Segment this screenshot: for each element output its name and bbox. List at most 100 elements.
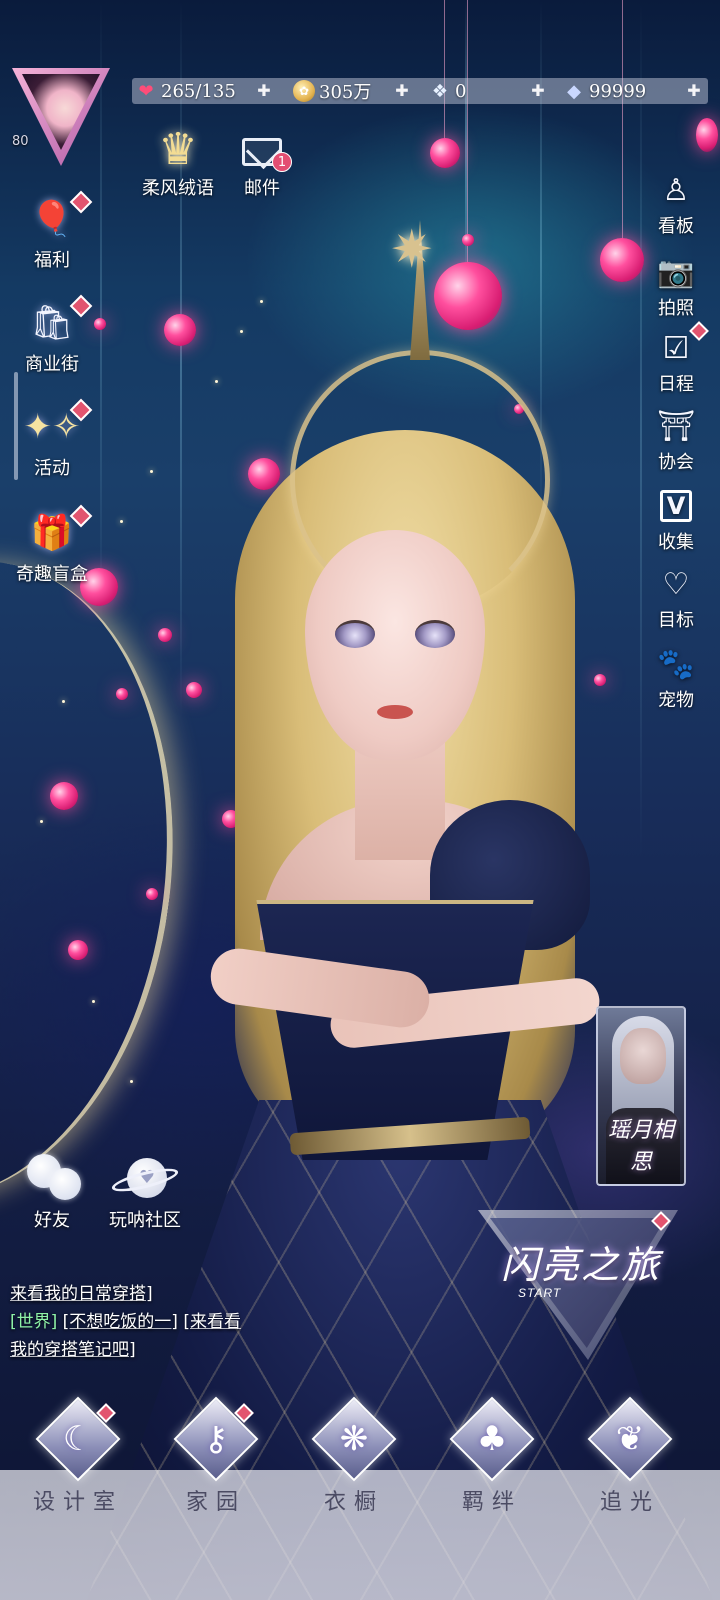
nav-home[interactable]: ⚷ 家园 — [161, 1396, 271, 1516]
menu-collection[interactable]: V 收集 — [638, 484, 714, 554]
coin-value: 305万 — [319, 82, 372, 103]
community-button[interactable]: ♥ 玩呐社区 — [100, 1150, 190, 1232]
add-stamina-button[interactable]: ✚ — [254, 81, 274, 101]
camera-icon: 📷 — [657, 254, 695, 290]
chat-message: [来看看 — [183, 1312, 241, 1332]
start-journey-title: 闪亮之旅 — [500, 1243, 661, 1287]
nav-wardrobe-label: 衣橱 — [323, 1490, 384, 1515]
character-face — [305, 530, 485, 760]
character-eye — [335, 620, 375, 648]
nav-design-studio[interactable]: ☾ 设计室 — [23, 1396, 133, 1516]
featured-outfit-card[interactable]: 瑶月相思 — [596, 1006, 686, 1186]
player-level: 80 — [12, 134, 29, 149]
chat-preview[interactable]: 来看我的日常穿搭] [世界] [不想吃饭的一] [来看看 我的穿搭笔记吧] — [10, 1280, 300, 1364]
heart-icon: ❤ — [138, 80, 154, 102]
chat-sender: [不想吃饭的一] — [62, 1312, 178, 1332]
pink-orb — [50, 782, 78, 810]
menu-events-label: 活动 — [34, 458, 70, 479]
friend-bubble — [49, 1168, 81, 1200]
menu-blind-box[interactable]: 🎁 奇趣盲盒 — [10, 504, 94, 586]
menu-goals-label: 目标 — [658, 610, 694, 631]
menu-shopping-street[interactable]: 🛍 商业街 — [10, 294, 94, 376]
shopping-bag-icon: 🛍 — [30, 303, 74, 343]
pink-orb — [430, 138, 460, 168]
menu-guild-label: 协会 — [658, 452, 694, 473]
menu-showcase[interactable]: ♙ 看板 — [638, 168, 714, 238]
butterfly-icon: ❦ — [615, 1419, 645, 1459]
title-rank-button[interactable]: ♛ 柔风绒语 — [136, 118, 220, 200]
diamond-icon: ◆ — [567, 80, 581, 102]
sparkle — [120, 520, 123, 523]
player-character[interactable]: ✷ — [80, 200, 720, 1600]
nav-wardrobe[interactable]: ❋ 衣橱 — [299, 1396, 409, 1516]
diamond-resource: ◆ 99999 — [562, 78, 646, 104]
sparkle — [130, 1080, 133, 1083]
menu-pets[interactable]: 🐾 宠物 — [638, 642, 714, 712]
sparkle — [62, 700, 65, 703]
guild-icon: ⛩ — [656, 408, 696, 444]
crown-star-icon: ✷ — [390, 220, 434, 280]
menu-shopping-label: 商业街 — [25, 354, 79, 375]
menu-welfare[interactable]: 🎈 福利 — [10, 190, 94, 272]
friends-label: 好友 — [34, 1210, 70, 1231]
crystal-resource: ❖ 0 — [428, 78, 467, 104]
clover-icon: ♣ — [476, 1419, 508, 1459]
menu-goals[interactable]: ♡ 目标 — [638, 562, 714, 632]
nav-design-studio-label: 设计室 — [32, 1490, 123, 1515]
character-eye — [415, 620, 455, 648]
start-journey-subtitle: START — [518, 1286, 562, 1300]
nav-bonds-label: 羁绊 — [461, 1490, 522, 1515]
menu-collection-label: 收集 — [658, 532, 694, 553]
menu-events[interactable]: ✦✧ 活动 — [10, 398, 94, 480]
friends-button[interactable]: 好友 — [16, 1150, 88, 1232]
menu-schedule[interactable]: ☑ 日程 — [638, 321, 714, 396]
hot-air-balloon-icon: 🎈 — [30, 199, 74, 239]
crystal-value: 0 — [455, 80, 467, 102]
mail-button[interactable]: 邮件 1 — [232, 118, 292, 200]
coin-resource: ✿ 305万 — [292, 78, 371, 104]
chat-line: [世界] [不想吃饭的一] [来看看 — [10, 1308, 300, 1336]
community-label: 玩呐社区 — [109, 1210, 181, 1231]
nav-chase-light-label: 追光 — [599, 1490, 660, 1515]
avatar-portrait — [22, 74, 100, 150]
paw-icon: 🐾 — [657, 646, 695, 682]
coin-icon: ✿ — [293, 80, 315, 102]
featured-outfit-title: 瑶月相思 — [607, 1118, 674, 1175]
chat-channel: [世界] — [10, 1312, 58, 1332]
menu-photo-label: 拍照 — [658, 298, 694, 319]
nav-bonds[interactable]: ♣ 羁绊 — [437, 1396, 547, 1516]
menu-photo[interactable]: 📷 拍照 — [638, 250, 714, 320]
orb-thread — [444, 0, 445, 140]
target-medal-icon: ♡ — [662, 566, 690, 602]
crown-icon: ♛ — [158, 124, 198, 175]
planet-icon: ♥ — [110, 1152, 180, 1204]
sparkle — [40, 820, 43, 823]
gift-box-icon: 🎁 — [30, 513, 74, 553]
crystal-flower-icon: ❋ — [339, 1419, 369, 1459]
menu-welfare-label: 福利 — [34, 250, 70, 271]
stamina-resource: ❤ 265/135 — [134, 78, 236, 104]
dress-icon: ♙ — [662, 172, 690, 208]
nav-chase-light[interactable]: ❦ 追光 — [575, 1396, 685, 1516]
calendar-icon: ☑ — [662, 330, 690, 366]
pink-orb — [68, 940, 88, 960]
title-rank-label: 柔风绒语 — [142, 178, 214, 199]
menu-schedule-label: 日程 — [658, 374, 694, 395]
add-diamond-button[interactable]: ✚ — [684, 81, 704, 101]
stamina-value: 265/135 — [161, 80, 236, 102]
add-coin-button[interactable]: ✚ — [392, 81, 412, 101]
pink-orb — [116, 688, 128, 700]
start-journey-button[interactable]: 闪亮之旅 START — [478, 1210, 678, 1370]
add-crystal-button[interactable]: ✚ — [528, 81, 548, 101]
pink-orb — [696, 118, 718, 152]
character-lips — [377, 705, 413, 719]
card-portrait-face — [620, 1028, 666, 1084]
player-avatar[interactable] — [12, 68, 110, 166]
menu-pets-label: 宠物 — [658, 690, 694, 711]
mail-badge: 1 — [272, 152, 292, 172]
chat-line: 来看我的日常穿搭] — [10, 1284, 153, 1304]
menu-guild[interactable]: ⛩ 协会 — [638, 404, 714, 474]
menu-showcase-label: 看板 — [658, 216, 694, 237]
diamond-value: 99999 — [589, 80, 647, 102]
crystal-icon: ❖ — [431, 80, 449, 102]
